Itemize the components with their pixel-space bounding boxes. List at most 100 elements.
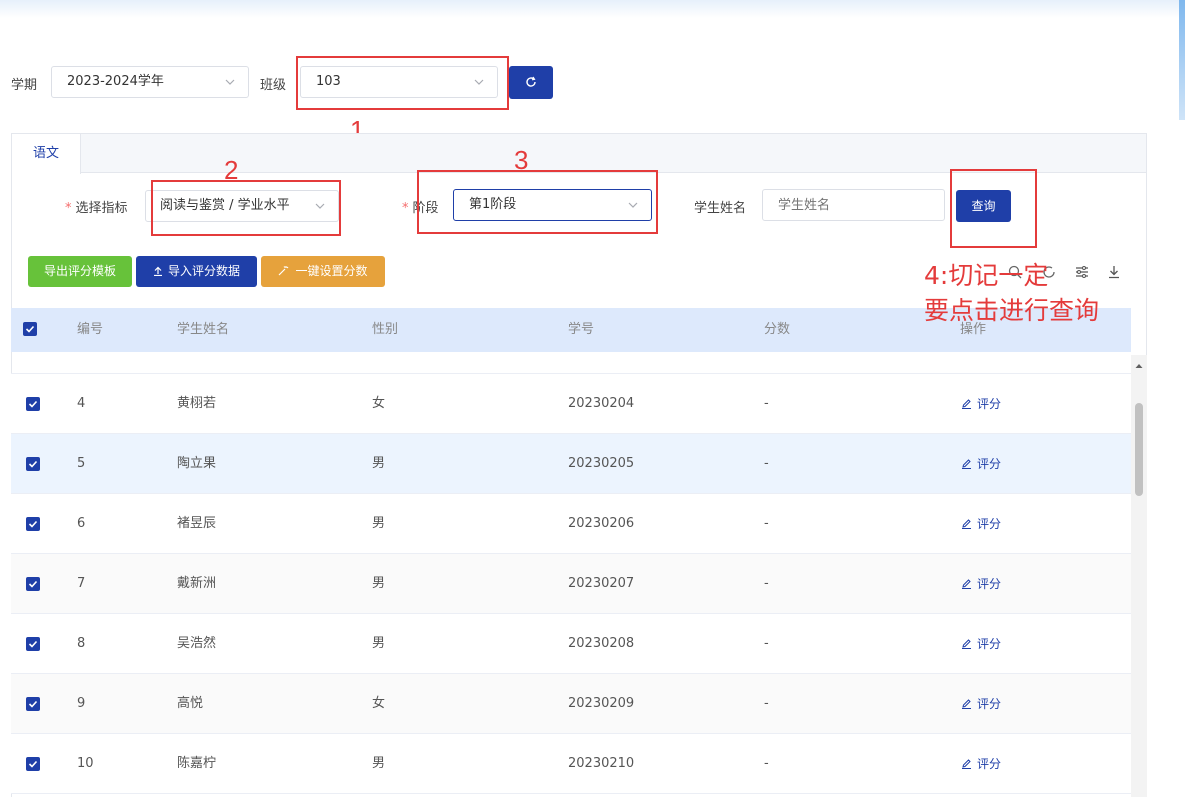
cell-name: 陈嘉柠 — [177, 756, 217, 771]
download-icon[interactable] — [1106, 264, 1122, 280]
cell-gender: 男 — [372, 636, 386, 651]
cell-student-id: 20230209 — [568, 696, 635, 711]
edit-pen-icon — [962, 699, 971, 709]
cell-student-id: 20230204 — [568, 396, 635, 411]
cell-score: - — [764, 696, 769, 711]
header-no: 编号 — [77, 322, 104, 337]
table-row[interactable]: 7 戴新洲 男 20230207 - 评分 — [11, 554, 1131, 614]
student-name-label: 学生姓名 — [694, 201, 747, 216]
row-checkbox[interactable] — [26, 397, 40, 411]
magic-wand-icon — [279, 266, 289, 276]
edit-pen-icon — [962, 399, 971, 409]
cell-score: - — [764, 636, 769, 651]
cell-name: 褚昱辰 — [177, 516, 217, 531]
cell-name: 戴新洲 — [177, 576, 217, 591]
cell-student-id: 20230208 — [568, 636, 635, 651]
row-checkbox[interactable] — [26, 577, 40, 591]
check-icon — [25, 325, 35, 333]
table-row[interactable]: 4 黄栩若 女 20230204 - 评分 — [11, 374, 1131, 434]
score-action-link[interactable]: 评分 — [961, 494, 1001, 554]
cell-no: 4 — [77, 396, 86, 411]
row-checkbox[interactable] — [26, 697, 40, 711]
upload-icon — [153, 266, 162, 277]
cell-score: - — [764, 576, 769, 591]
cell-no: 8 — [77, 636, 86, 651]
cell-gender: 男 — [372, 456, 386, 471]
cell-gender: 男 — [372, 756, 386, 771]
cell-name: 吴浩然 — [177, 636, 217, 651]
score-action-link[interactable]: 评分 — [961, 734, 1001, 794]
cell-no: 6 — [77, 516, 86, 531]
annotation-note-line1: 4:切记一定 — [924, 261, 1049, 290]
edit-pen-icon — [962, 639, 971, 649]
table-row-partial — [11, 352, 1131, 374]
score-action-link[interactable]: 评分 — [961, 434, 1001, 494]
check-icon — [28, 580, 38, 588]
annotation-note-4: 4:切记一定 要点击进行查询 — [924, 258, 1099, 328]
page-scrollbar[interactable] — [1179, 0, 1185, 120]
score-action-link[interactable]: 评分 — [961, 674, 1001, 734]
cell-gender: 男 — [372, 576, 386, 591]
annotation-box-2 — [151, 180, 341, 236]
one-click-score-button[interactable]: 一键设置分数 — [261, 256, 385, 287]
tab-chinese[interactable]: 语文 — [12, 134, 81, 174]
cell-name: 陶立果 — [177, 456, 217, 471]
student-name-input[interactable] — [762, 189, 945, 221]
edit-pen-icon — [962, 459, 971, 469]
check-icon — [28, 760, 38, 768]
row-checkbox[interactable] — [26, 517, 40, 531]
cell-student-id: 20230207 — [568, 576, 635, 591]
edit-pen-icon — [962, 579, 971, 589]
row-checkbox[interactable] — [26, 757, 40, 771]
row-checkbox[interactable] — [26, 637, 40, 651]
score-action-link[interactable]: 评分 — [961, 554, 1001, 614]
table-scrollbar-thumb[interactable] — [1135, 403, 1143, 496]
annotation-note-line2: 要点击进行查询 — [924, 296, 1100, 325]
cell-no: 10 — [77, 756, 94, 771]
tab-bar — [12, 134, 1146, 173]
annotation-box-1 — [296, 56, 509, 110]
cell-score: - — [764, 516, 769, 531]
table-row[interactable]: 6 褚昱辰 男 20230206 - 评分 — [11, 494, 1131, 554]
cell-no: 5 — [77, 456, 86, 471]
annotation-number-3: 3 — [514, 145, 529, 175]
score-action-link[interactable]: 评分 — [961, 614, 1001, 674]
check-icon — [28, 700, 38, 708]
header-student-id: 学号 — [568, 322, 595, 337]
chevron-down-icon — [225, 79, 235, 85]
table-row[interactable]: 9 高悦 女 20230209 - 评分 — [11, 674, 1131, 734]
edit-pen-icon — [962, 759, 971, 769]
table-row[interactable]: 8 吴浩然 男 20230208 - 评分 — [11, 614, 1131, 674]
refresh-button[interactable] — [509, 66, 553, 99]
refresh-icon — [526, 76, 536, 87]
header-gender: 性别 — [372, 322, 399, 337]
score-action-link[interactable]: 评分 — [961, 374, 1001, 434]
indicator-label: * 选择指标 — [65, 201, 128, 216]
table-row[interactable]: 5 陶立果 男 20230205 - 评分 — [11, 434, 1131, 494]
cell-name: 黄栩若 — [177, 396, 217, 411]
header-name: 学生姓名 — [177, 322, 230, 337]
cell-student-id: 20230206 — [568, 516, 635, 531]
check-icon — [28, 400, 38, 408]
cell-no: 9 — [77, 696, 86, 711]
annotation-box-3 — [417, 170, 658, 234]
table-row[interactable]: 10 陈嘉柠 男 20230210 - 评分 — [11, 734, 1131, 794]
import-data-button[interactable]: 导入评分数据 — [136, 256, 257, 287]
annotation-number-2: 2 — [224, 155, 239, 185]
row-checkbox[interactable] — [26, 457, 40, 471]
select-all-checkbox[interactable] — [23, 322, 37, 336]
top-gradient-band — [0, 0, 1185, 18]
scroll-up-arrow-icon[interactable] — [1131, 358, 1147, 374]
cell-score: - — [764, 756, 769, 771]
check-icon — [28, 640, 38, 648]
edit-pen-icon — [962, 519, 971, 529]
term-value: 2023-2024学年 — [67, 74, 164, 89]
cell-gender: 男 — [372, 516, 386, 531]
cell-gender: 女 — [372, 696, 386, 711]
cell-no: 7 — [77, 576, 86, 591]
term-select[interactable]: 2023-2024学年 — [51, 66, 249, 98]
export-template-button[interactable]: 导出评分模板 — [28, 256, 132, 287]
check-icon — [28, 460, 38, 468]
cell-gender: 女 — [372, 396, 386, 411]
annotation-box-4 — [950, 169, 1037, 248]
